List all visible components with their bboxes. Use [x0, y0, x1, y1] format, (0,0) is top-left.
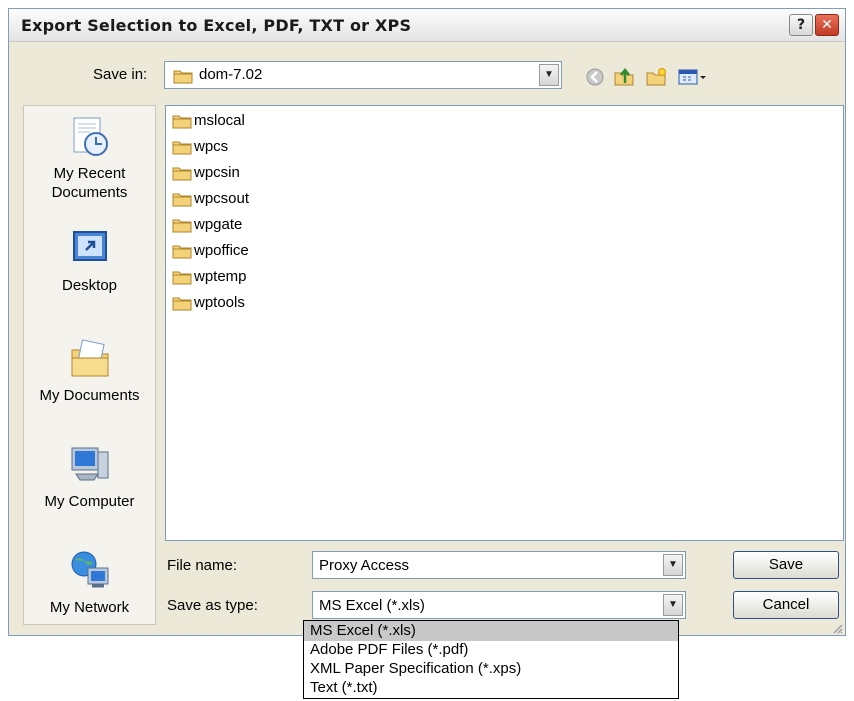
- save-as-type-dropdown[interactable]: MS Excel (*.xls) ▼: [312, 591, 686, 619]
- folder-name: wptemp: [194, 268, 247, 286]
- dialog-title: Export Selection to Excel, PDF, TXT or X…: [21, 16, 412, 35]
- file-list[interactable]: mslocal wpcs wpcsin wpcsout wpgate wpoff…: [165, 105, 844, 541]
- place-desktop[interactable]: Desktop: [24, 226, 155, 295]
- folder-icon: [172, 193, 192, 207]
- option-xml-paper-specification[interactable]: XML Paper Specification (*.xps): [304, 659, 678, 679]
- folder-name: wpcsout: [194, 190, 250, 208]
- my-computer-icon: [66, 442, 114, 488]
- folder-icon: [172, 245, 192, 259]
- folder-icon: [172, 271, 192, 285]
- new-folder-icon[interactable]: [645, 67, 667, 87]
- place-label: Desktop: [61, 277, 118, 294]
- folder-name: wpcs: [194, 138, 229, 156]
- chevron-down-icon[interactable]: ▼: [663, 554, 683, 576]
- folder-name: wpcsin: [194, 164, 240, 182]
- folder-item[interactable]: wpcsout: [172, 188, 249, 210]
- file-name-field[interactable]: Proxy Access ▼: [312, 551, 686, 579]
- option-ms-excel[interactable]: MS Excel (*.xls): [304, 621, 678, 641]
- help-button[interactable]: ?: [789, 14, 813, 36]
- place-label: My Documents: [39, 387, 140, 404]
- folder-name: wpgate: [194, 216, 243, 234]
- folder-item[interactable]: mslocal: [172, 110, 245, 132]
- file-name-label: File name:: [167, 557, 238, 574]
- place-label: My Recent Documents: [51, 165, 128, 201]
- folder-icon: [172, 115, 192, 129]
- chevron-down-icon[interactable]: ▼: [539, 64, 559, 86]
- place-my-recent-documents[interactable]: My Recent Documents: [24, 114, 155, 202]
- folder-item[interactable]: wpgate: [172, 214, 242, 236]
- desktop-icon: [66, 226, 114, 272]
- folder-item[interactable]: wpcsin: [172, 162, 240, 184]
- save-in-value: dom-7.02: [199, 66, 263, 83]
- save-in-dropdown[interactable]: dom-7.02 ▼: [164, 61, 562, 89]
- folder-name: mslocal: [194, 112, 245, 130]
- place-label: My Computer: [44, 493, 135, 510]
- my-network-icon: [66, 548, 114, 594]
- folder-icon: [173, 68, 193, 88]
- save-as-type-options: MS Excel (*.xls) Adobe PDF Files (*.pdf)…: [303, 620, 679, 699]
- resize-grip-icon[interactable]: [831, 621, 843, 634]
- back-icon[interactable]: [584, 67, 606, 87]
- title-bar: Export Selection to Excel, PDF, TXT or X…: [9, 9, 845, 42]
- chevron-down-icon[interactable]: ▼: [663, 594, 683, 616]
- recent-documents-icon: [66, 114, 114, 160]
- view-menu-icon[interactable]: [677, 67, 707, 87]
- folder-name: wpoffice: [194, 242, 249, 260]
- folder-item[interactable]: wptools: [172, 292, 245, 314]
- folder-item[interactable]: wptemp: [172, 266, 247, 288]
- folder-item[interactable]: wpcs: [172, 136, 228, 158]
- place-my-computer[interactable]: My Computer: [24, 442, 155, 511]
- folder-icon: [172, 219, 192, 233]
- place-my-network[interactable]: My Network: [24, 548, 155, 617]
- folder-icon: [172, 297, 192, 311]
- place-label: My Network: [49, 599, 130, 616]
- folder-name: wptools: [194, 294, 245, 312]
- places-bar: My Recent Documents Desktop My Documents…: [23, 105, 156, 625]
- folder-icon: [172, 167, 192, 181]
- save-as-type-value: MS Excel (*.xls): [319, 597, 425, 614]
- option-adobe-pdf[interactable]: Adobe PDF Files (*.pdf): [304, 640, 678, 660]
- save-as-type-label: Save as type:: [167, 597, 258, 614]
- folder-item[interactable]: wpoffice: [172, 240, 249, 262]
- save-in-label: Save in:: [93, 66, 148, 83]
- export-dialog: Export Selection to Excel, PDF, TXT or X…: [8, 8, 846, 636]
- my-documents-icon: [66, 336, 114, 382]
- folder-icon: [172, 141, 192, 155]
- file-name-value: Proxy Access: [319, 557, 410, 574]
- cancel-button[interactable]: Cancel: [733, 591, 839, 619]
- up-folder-icon[interactable]: [613, 67, 635, 87]
- option-text[interactable]: Text (*.txt): [304, 678, 678, 698]
- save-button[interactable]: Save: [733, 551, 839, 579]
- close-button[interactable]: ✕: [815, 14, 839, 36]
- place-my-documents[interactable]: My Documents: [24, 336, 155, 405]
